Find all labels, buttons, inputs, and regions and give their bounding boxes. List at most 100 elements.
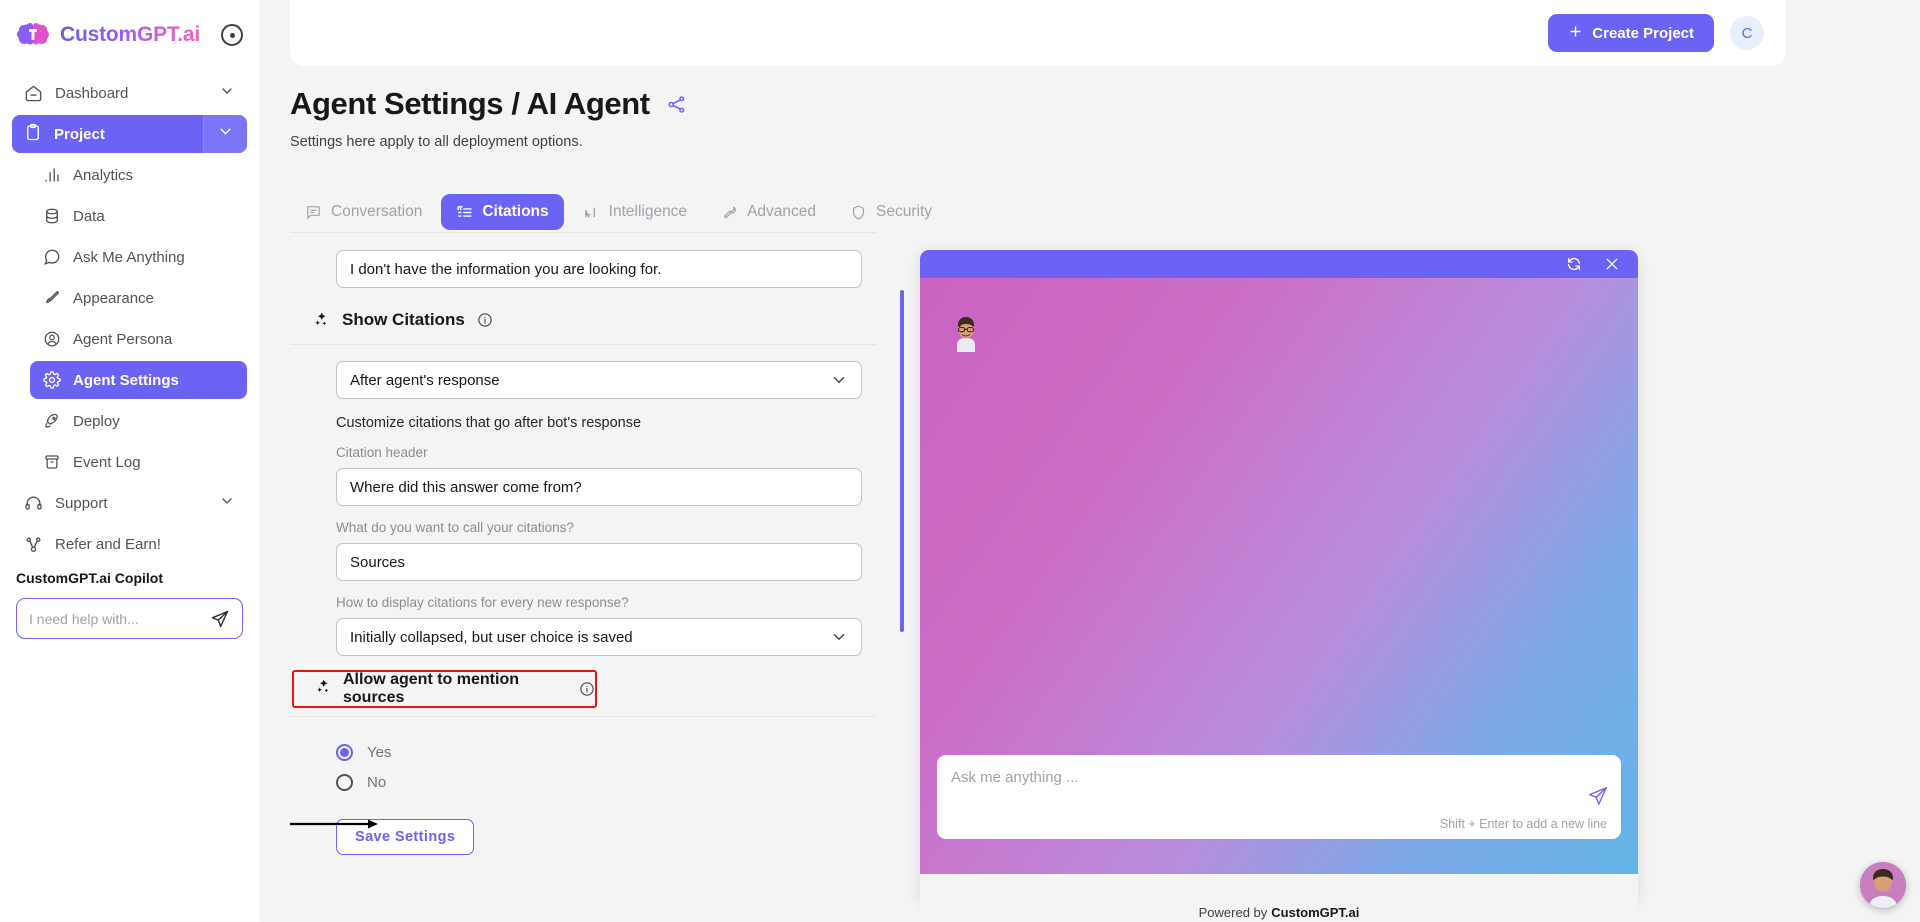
sidebar-item-agent-settings[interactable]: Agent Settings <box>30 361 247 399</box>
radio-yes-indicator[interactable] <box>336 743 353 761</box>
mention-sources-radio-group: Yes No <box>336 737 876 797</box>
refresh-icon[interactable] <box>1566 256 1582 272</box>
citation-display-label: How to display citations for every new r… <box>336 595 629 610</box>
avatar[interactable]: C <box>1730 16 1764 50</box>
sidebar-item-appearance[interactable]: Appearance <box>30 279 247 317</box>
bar-chart-icon <box>42 166 61 185</box>
form-scrollbar-thumb[interactable] <box>900 290 904 632</box>
chat-widget-footer: Powered by CustomGPT.ai <box>920 902 1638 922</box>
citation-display-select-value: Initially collapsed, but user choice is … <box>350 628 633 646</box>
archive-icon <box>42 453 61 472</box>
plus-icon <box>1568 24 1583 43</box>
sidebar-item-label: Deploy <box>73 412 120 430</box>
divider <box>290 232 876 233</box>
share-icon[interactable] <box>666 94 687 115</box>
citation-display-select[interactable]: Initially collapsed, but user choice is … <box>336 618 862 656</box>
chat-launcher-avatar-icon[interactable] <box>1860 862 1906 908</box>
chat-widget-body: Ask me anything ... Shift + Enter to add… <box>920 278 1638 874</box>
page-header: Agent Settings / AI Agent Settings here … <box>290 86 687 150</box>
annotation-arrow <box>290 819 378 829</box>
radio-option-no[interactable]: No <box>336 767 876 797</box>
chat-input-hint: Shift + Enter to add a new line <box>1439 817 1607 831</box>
sidebar-item-project[interactable]: Project <box>12 115 247 153</box>
gear-icon <box>42 371 61 390</box>
form-scrollbar-track[interactable] <box>900 290 904 922</box>
show-citations-select[interactable]: After agent's response <box>336 361 862 399</box>
powered-by-label: Powered by <box>1198 904 1268 920</box>
sidebar-item-agent-persona[interactable]: Agent Persona <box>30 320 247 358</box>
home-icon <box>24 84 43 103</box>
sidebar-item-label: Agent Persona <box>73 330 173 348</box>
clipboard-icon <box>24 123 42 145</box>
info-icon[interactable] <box>579 681 595 697</box>
sidebar-item-ask-me-anything[interactable]: Ask Me Anything <box>30 238 247 276</box>
create-project-button[interactable]: Create Project <box>1548 14 1714 52</box>
info-icon[interactable] <box>477 312 493 328</box>
chevron-down-icon <box>219 493 235 513</box>
sidebar-item-dashboard[interactable]: Dashboard <box>12 74 247 112</box>
sidebar-collapse-button[interactable] <box>221 24 243 46</box>
radio-yes-label: Yes <box>367 743 392 761</box>
chevron-down-icon <box>830 628 848 646</box>
sidebar-item-support[interactable]: Support <box>12 484 247 522</box>
chevron-down-icon <box>217 123 234 145</box>
close-icon[interactable] <box>1604 256 1620 272</box>
sidebar-item-deploy[interactable]: Deploy <box>30 402 247 440</box>
fallback-message-input[interactable]: I don't have the information you are loo… <box>336 250 862 288</box>
sidebar-item-label: Agent Settings <box>73 371 179 389</box>
settings-form-panel: I don't have the information you are loo… <box>290 210 876 922</box>
sidebar-item-label: Event Log <box>73 453 141 471</box>
citation-header-input[interactable]: Where did this answer come from? <box>336 468 862 506</box>
radio-no-indicator[interactable] <box>336 773 353 791</box>
chevron-down-icon <box>830 371 848 389</box>
sidebar-item-label: Refer and Earn! <box>55 535 161 553</box>
topbar: Create Project C <box>290 0 1786 66</box>
chat-input-container[interactable]: Ask me anything ... Shift + Enter to add… <box>937 755 1621 839</box>
sidebar-project-expand-button[interactable] <box>203 115 247 153</box>
rocket-icon <box>42 412 61 431</box>
sidebar-item-analytics[interactable]: Analytics <box>30 156 247 194</box>
sidebar-item-event-log[interactable]: Event Log <box>30 443 247 481</box>
citation-header-label: Citation header <box>336 445 428 460</box>
sidebar-nav: Dashboard Project Analytics Data Ask Me … <box>0 74 259 563</box>
sidebar-item-data[interactable]: Data <box>30 197 247 235</box>
powered-by-brand: CustomGPT.ai <box>1271 904 1360 920</box>
page-title: Agent Settings / AI Agent <box>290 86 650 121</box>
divider <box>290 716 876 717</box>
copilot-title: CustomGPT.ai Copilot <box>16 570 163 586</box>
copilot-input-box[interactable] <box>16 598 243 639</box>
allow-mention-sources-heading: Allow agent to mention sources <box>292 670 597 708</box>
radio-no-label: No <box>367 773 387 791</box>
chat-bubble-icon <box>42 248 61 267</box>
brand-row: CustomGPT.ai <box>0 0 259 60</box>
sidebar-item-label: Support <box>55 494 108 512</box>
share-nodes-icon <box>24 535 43 554</box>
tab-label: Security <box>876 203 933 220</box>
page-subtitle: Settings here apply to all deployment op… <box>290 134 583 150</box>
divider <box>290 344 876 345</box>
sidebar-item-label: Project <box>54 125 105 143</box>
person-avatar-icon <box>947 312 985 352</box>
paper-plane-icon[interactable] <box>1587 785 1609 807</box>
show-citations-label: Show Citations <box>342 310 465 329</box>
sidebar-item-project-main[interactable]: Project <box>12 115 203 153</box>
app-root: CustomGPT.ai Dashboard Project Analytics… <box>0 0 1920 922</box>
sidebar: CustomGPT.ai Dashboard Project Analytics… <box>0 0 259 922</box>
citations-helper-text: Customize citations that go after bot's … <box>336 415 642 431</box>
paper-plane-icon[interactable] <box>210 609 230 629</box>
database-icon <box>42 207 61 226</box>
citation-name-input[interactable]: Sources <box>336 543 862 581</box>
main-area: Create Project C Agent Settings / AI Age… <box>259 0 1920 922</box>
allow-mention-sources-label: Allow agent to mention sources <box>343 671 519 706</box>
copilot-section: CustomGPT.ai Copilot <box>0 570 259 639</box>
sidebar-item-refer-and-earn[interactable]: Refer and Earn! <box>12 525 247 563</box>
sidebar-item-label: Dashboard <box>55 84 129 102</box>
clipped-previous-section <box>290 210 876 232</box>
chat-input-placeholder: Ask me anything ... <box>951 769 1079 786</box>
customgpt-logo-icon <box>16 18 50 52</box>
radio-option-yes[interactable]: Yes <box>336 737 876 767</box>
show-citations-select-value: After agent's response <box>350 371 500 389</box>
copilot-input[interactable] <box>29 610 210 627</box>
brush-icon <box>42 289 61 308</box>
chevron-down-icon <box>219 83 235 103</box>
